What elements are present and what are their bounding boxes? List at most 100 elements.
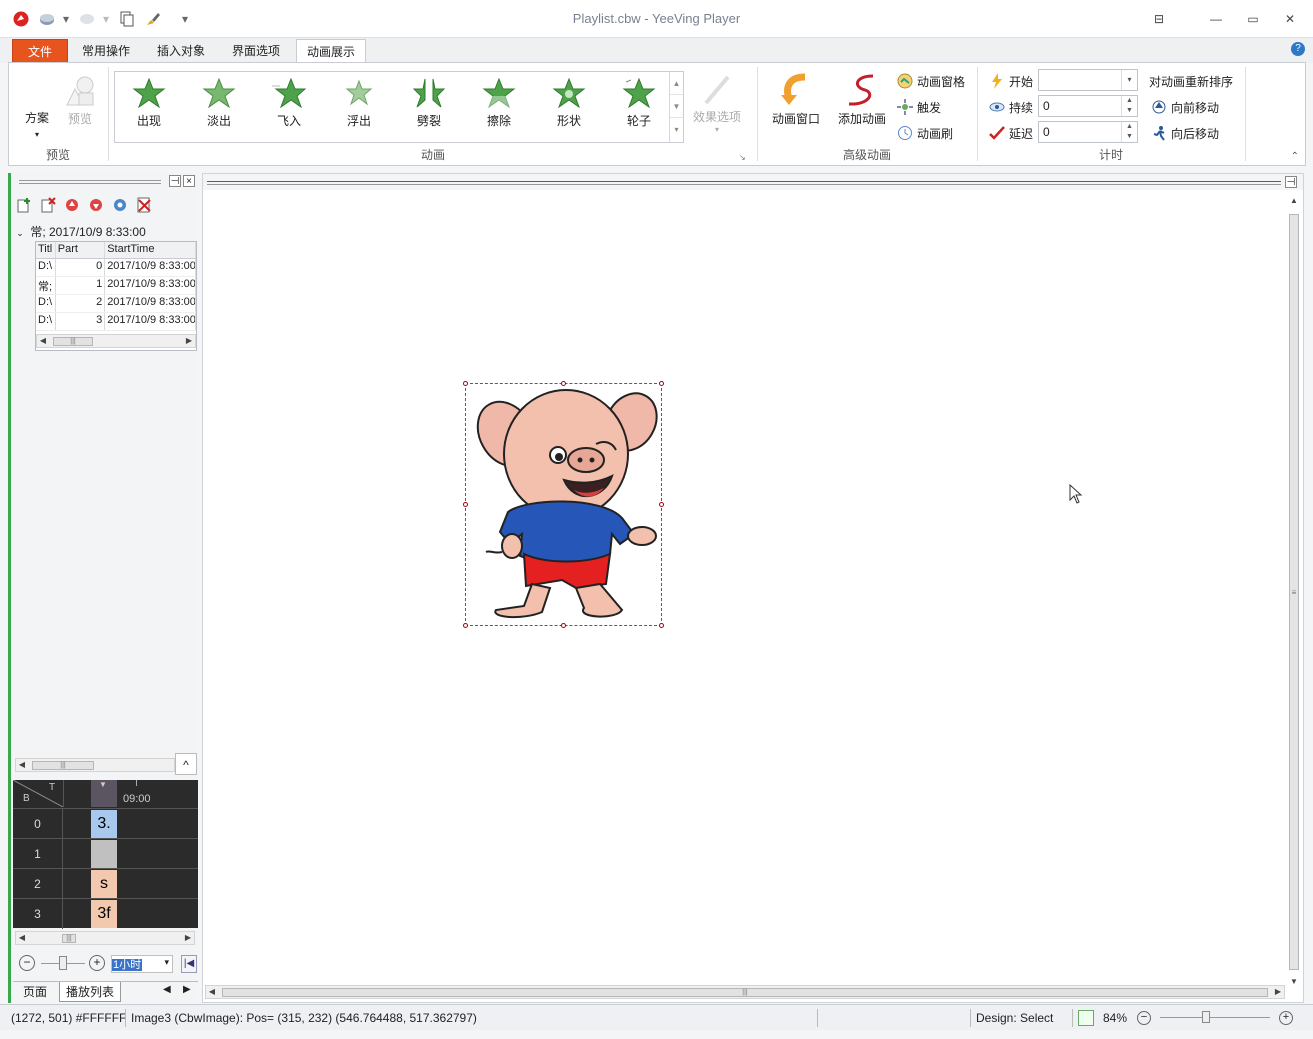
- canvas-vertical-scrollbar[interactable]: ▲ ≡ ▼: [1287, 196, 1301, 986]
- zoom-out-icon[interactable]: −: [1137, 1011, 1151, 1025]
- dialog-launcher-icon[interactable]: ↘: [739, 153, 746, 162]
- zoom-in-icon[interactable]: +: [89, 955, 105, 971]
- animation-wheel[interactable]: 轮子: [607, 76, 671, 136]
- animation-window-button[interactable]: 动画窗口: [765, 73, 827, 127]
- chevron-down-icon[interactable]: ▾: [164, 957, 169, 968]
- delay-input[interactable]: 0 ▲ ▼: [1038, 121, 1138, 143]
- chevron-down-icon[interactable]: ▾: [1121, 70, 1137, 90]
- maximize-button[interactable]: ▭: [1244, 10, 1262, 28]
- tab-playlist[interactable]: 播放列表: [59, 982, 122, 1002]
- scroll-left-icon[interactable]: ◀: [37, 335, 49, 347]
- design-canvas[interactable]: ⊣ ▲ ≡ ▼ ◀ ||| ▶: [202, 173, 1304, 1003]
- pin-icon[interactable]: ⊣: [169, 175, 181, 187]
- time-unit-select[interactable]: 1小时 ▾: [111, 955, 173, 973]
- animation-wipe[interactable]: 擦除: [467, 76, 531, 136]
- timeline-clip[interactable]: 3f: [91, 900, 117, 928]
- tab-insert-object[interactable]: 插入对象: [147, 39, 215, 63]
- grid-horizontal-scrollbar[interactable]: ◀ ||| ▶: [36, 334, 196, 348]
- scroll-thumb[interactable]: |||: [222, 988, 1268, 997]
- spin-arrows-icon[interactable]: ▲ ▼: [1121, 96, 1137, 116]
- tab-common-operations[interactable]: 常用操作: [72, 39, 140, 63]
- timeline-row[interactable]: 0 3.: [13, 808, 198, 839]
- preview-button[interactable]: 预览: [61, 75, 99, 127]
- go-to-start-icon[interactable]: |◀: [181, 955, 197, 973]
- resize-handle[interactable]: [463, 623, 468, 628]
- timeline-row[interactable]: 3 3f: [13, 898, 198, 929]
- design-mode[interactable]: Design: Select: [973, 1008, 1056, 1028]
- panel-horizontal-scrollbar[interactable]: ◀ |||: [15, 758, 175, 772]
- timeline-row[interactable]: 1: [13, 838, 198, 869]
- canvas-horizontal-scrollbar[interactable]: ◀ ||| ▶: [205, 985, 1285, 999]
- effect-options-button[interactable]: 效果选项 ▾: [689, 73, 745, 134]
- animation-fade[interactable]: 淡出: [187, 76, 251, 136]
- tab-file[interactable]: 文件: [12, 39, 68, 63]
- scroll-thumb[interactable]: ≡: [1289, 214, 1299, 970]
- scroll-thumb[interactable]: |||: [53, 337, 93, 346]
- move-later-button[interactable]: 向后移动: [1151, 124, 1219, 142]
- gallery-expand-icon[interactable]: ▾: [670, 118, 683, 141]
- animation-split[interactable]: 劈裂: [397, 76, 461, 136]
- animation-pane-button[interactable]: 动画窗格: [897, 72, 965, 90]
- panel-title-bar[interactable]: ⊣ ×: [15, 175, 197, 189]
- table-row[interactable]: D:\ 2 2017/10/9 8:33:00: [36, 295, 196, 313]
- tab-interface-options[interactable]: 界面选项: [222, 39, 290, 63]
- move-up-icon[interactable]: [63, 196, 81, 214]
- settings-gear-icon[interactable]: [111, 196, 129, 214]
- animation-float-in[interactable]: 浮出: [327, 76, 391, 136]
- playlist-tree-node[interactable]: ⌄ 常; 2017/10/9 8:33:00: [13, 223, 196, 241]
- scroll-left-icon[interactable]: ◀: [16, 932, 28, 944]
- zoom-slider-thumb[interactable]: [59, 956, 67, 970]
- scroll-left-icon[interactable]: ◀: [206, 986, 218, 998]
- resize-handle[interactable]: [659, 502, 664, 507]
- expand-chevron-icon[interactable]: ⌄: [13, 228, 27, 239]
- fit-page-icon[interactable]: [1078, 1010, 1094, 1026]
- zoom-level[interactable]: 84%: [1100, 1008, 1130, 1028]
- tab-scroll-left-icon[interactable]: ◀: [163, 984, 171, 995]
- scroll-thumb[interactable]: |||: [62, 934, 76, 943]
- selected-image[interactable]: [463, 381, 664, 628]
- zoom-slider-thumb[interactable]: [1202, 1011, 1210, 1023]
- scroll-down-icon[interactable]: ▼: [1287, 977, 1301, 986]
- playhead-icon[interactable]: ▼: [99, 780, 107, 789]
- resize-handle[interactable]: [561, 623, 566, 628]
- zoom-slider-track[interactable]: [1160, 1017, 1270, 1018]
- timeline-clip[interactable]: s: [91, 870, 117, 898]
- tab-scroll-right-icon[interactable]: ▶: [183, 984, 191, 995]
- scroll-up-icon[interactable]: ▲: [1287, 196, 1301, 205]
- close-button[interactable]: ✕: [1281, 10, 1299, 28]
- scroll-right-icon[interactable]: ▶: [183, 335, 195, 347]
- cartoon-pig-image[interactable]: [466, 384, 661, 625]
- tab-pages[interactable]: 页面: [17, 982, 53, 1002]
- tab-animation[interactable]: 动画展示: [296, 39, 367, 63]
- help-icon[interactable]: ?: [1291, 42, 1305, 56]
- panel-close-icon[interactable]: ×: [183, 175, 195, 187]
- move-down-icon[interactable]: [87, 196, 105, 214]
- resize-handle[interactable]: [659, 623, 664, 628]
- collapse-up-icon[interactable]: ^: [175, 753, 197, 775]
- delete-item-icon[interactable]: [39, 196, 57, 214]
- table-row[interactable]: D:\ 0 2017/10/9 8:33:00: [36, 259, 196, 277]
- resize-handle[interactable]: [463, 381, 468, 386]
- timeline-clip[interactable]: [91, 840, 117, 868]
- animation-appear[interactable]: 出现: [117, 76, 181, 136]
- add-animation-button[interactable]: 添加动画: [831, 73, 893, 127]
- resize-handle[interactable]: [561, 381, 566, 386]
- timeline-row[interactable]: 2 s: [13, 868, 198, 899]
- trigger-button[interactable]: 触发: [897, 98, 941, 116]
- animation-fly-in[interactable]: 飞入: [257, 76, 321, 136]
- zoom-out-icon[interactable]: −: [19, 955, 35, 971]
- add-item-icon[interactable]: [15, 196, 33, 214]
- timeline-clip[interactable]: 3.: [91, 810, 117, 838]
- timeline-horizontal-scrollbar[interactable]: ◀ ||| ▶: [15, 931, 195, 945]
- duration-input[interactable]: 0 ▲ ▼: [1038, 95, 1138, 117]
- minimize-button[interactable]: —: [1207, 10, 1225, 28]
- gallery-scroll-up-icon[interactable]: ▲: [670, 72, 683, 95]
- start-select[interactable]: ▾: [1038, 69, 1138, 91]
- scroll-right-icon[interactable]: ▶: [182, 932, 194, 944]
- pin-icon[interactable]: ⊣: [1285, 176, 1297, 188]
- spin-arrows-icon[interactable]: ▲ ▼: [1121, 122, 1137, 142]
- column-header-starttime[interactable]: StartTime: [105, 242, 196, 258]
- table-row[interactable]: D:\ 3 2017/10/9 8:33:00: [36, 313, 196, 331]
- table-row[interactable]: 常; 1 2017/10/9 8:33:00: [36, 277, 196, 295]
- resize-handle[interactable]: [463, 502, 468, 507]
